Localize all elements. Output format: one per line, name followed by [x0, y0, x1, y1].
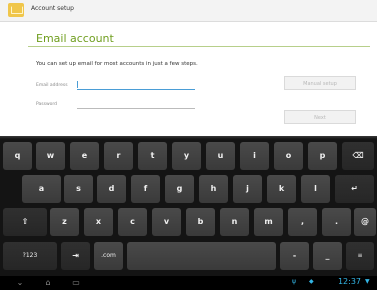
key-r[interactable]: r — [104, 142, 133, 170]
key-e[interactable]: e — [70, 142, 99, 170]
enter-icon[interactable]: ↵ — [335, 175, 374, 203]
keyboard-settings-icon[interactable]: ≡ — [346, 242, 374, 270]
key-f[interactable]: f — [131, 175, 160, 203]
usb-icon: ψ — [292, 278, 296, 285]
key-l[interactable]: l — [301, 175, 330, 203]
key-w[interactable]: w — [36, 142, 65, 170]
key-u[interactable]: u — [206, 142, 235, 170]
backspace-icon[interactable]: ⌫ — [342, 142, 374, 170]
key-g[interactable]: g — [165, 175, 194, 203]
tab-icon[interactable]: ⇥ — [61, 242, 90, 270]
soft-keyboard: q w e r t y u i o p ⌫ a s d f g h j k l … — [0, 136, 377, 290]
key-b[interactable]: b — [186, 208, 215, 236]
password-field-underline — [77, 108, 195, 109]
next-button[interactable]: Next — [284, 110, 356, 124]
key-a[interactable]: a — [22, 175, 61, 203]
key-m[interactable]: m — [254, 208, 283, 236]
key-period[interactable]: . — [322, 208, 351, 236]
title-divider — [28, 46, 370, 47]
email-label: Email address — [36, 83, 68, 88]
key-x[interactable]: x — [84, 208, 113, 236]
key-t[interactable]: t — [138, 142, 167, 170]
key-q[interactable]: q — [3, 142, 32, 170]
key-v[interactable]: v — [152, 208, 181, 236]
key-k[interactable]: k — [267, 175, 296, 203]
back-icon[interactable]: ⌄ — [12, 278, 28, 288]
key-z[interactable]: z — [50, 208, 79, 236]
key-n[interactable]: n — [220, 208, 249, 236]
text-cursor — [77, 81, 78, 88]
key-y[interactable]: y — [172, 142, 201, 170]
key-c[interactable]: c — [118, 208, 147, 236]
action-bar: Account setup — [0, 0, 377, 22]
email-field-underline — [77, 89, 195, 90]
manual-setup-button[interactable]: Manual setup — [284, 76, 356, 90]
email-field[interactable] — [77, 80, 195, 90]
action-bar-title: Account setup — [31, 5, 74, 12]
key-j[interactable]: j — [233, 175, 262, 203]
key-s[interactable]: s — [64, 175, 93, 203]
key-h[interactable]: h — [199, 175, 228, 203]
password-label: Password — [36, 102, 58, 107]
home-icon[interactable]: ⌂ — [40, 278, 56, 288]
recent-apps-icon[interactable]: ▭ — [68, 278, 84, 288]
key-at[interactable]: @ — [354, 208, 376, 236]
intro-text: You can set up email for most accounts i… — [36, 61, 198, 67]
dotcom-key[interactable]: .com — [94, 242, 123, 270]
symbols-key[interactable]: ?123 — [3, 242, 57, 270]
key-minus[interactable]: - — [280, 242, 309, 270]
page-title: Email account — [36, 32, 114, 45]
system-bar: ⌄ ⌂ ▭ ψ ◆ 12:37 ▼ — [0, 276, 377, 290]
clock: 12:37 — [337, 277, 361, 286]
key-p[interactable]: p — [308, 142, 337, 170]
android-icon: ◆ — [309, 278, 314, 285]
key-o[interactable]: o — [274, 142, 303, 170]
spacebar[interactable] — [127, 242, 276, 270]
wifi-icon: ▼ — [365, 278, 370, 285]
key-comma[interactable]: , — [288, 208, 317, 236]
key-i[interactable]: i — [240, 142, 269, 170]
email-app-icon[interactable] — [8, 3, 24, 17]
password-field[interactable] — [77, 99, 195, 109]
shift-icon[interactable]: ⇧ — [3, 208, 47, 236]
key-d[interactable]: d — [97, 175, 126, 203]
key-underscore[interactable]: _ — [313, 242, 342, 270]
